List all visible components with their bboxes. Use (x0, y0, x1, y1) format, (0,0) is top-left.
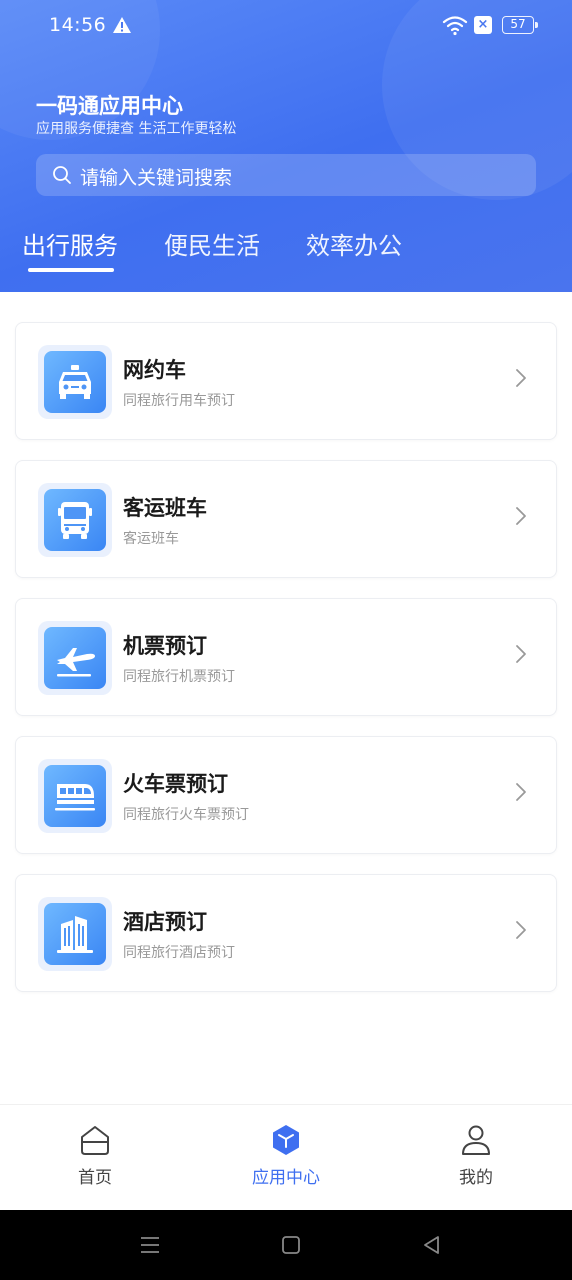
service-icon-frame (38, 483, 112, 557)
page-title: 一码通应用中心 (36, 94, 183, 118)
sim-off-icon: × (474, 16, 492, 34)
home-icon (81, 1126, 109, 1155)
service-card-flight-booking[interactable]: 机票预订 同程旅行机票预订 (15, 598, 557, 716)
nav-app-center[interactable]: 应用中心 (226, 1123, 346, 1188)
app-center-icon (273, 1125, 299, 1155)
service-card-train-tickets[interactable]: 火车票预订 同程旅行火车票预订 (15, 736, 557, 854)
service-card-coach-bus[interactable]: 客运班车 客运班车 (15, 460, 557, 578)
service-subtitle: 同程旅行酒店预订 (123, 945, 235, 961)
train-icon (44, 765, 106, 827)
service-icon-frame (38, 345, 112, 419)
page-subtitle: 应用服务便捷查 生活工作更轻松 (36, 121, 237, 137)
service-title: 客运班车 (123, 496, 207, 520)
service-title: 机票预订 (123, 634, 207, 658)
nav-label: 应用中心 (252, 1168, 320, 1188)
header: 14:56 × 57 一码通应用中心 应用服务便捷查 生活工作更轻松 请输入关键… (0, 0, 572, 292)
home-button-icon[interactable] (280, 1234, 302, 1256)
tab-office-efficiency[interactable]: 效率办公 (306, 226, 402, 261)
tab-convenience-life[interactable]: 便民生活 (164, 226, 260, 261)
service-card-ride-hailing[interactable]: 网约车 同程旅行用车预订 (15, 322, 557, 440)
search-placeholder: 请输入关键词搜索 (80, 167, 233, 189)
hotel-icon (44, 903, 106, 965)
warning-icon (113, 17, 131, 33)
service-title: 网约车 (123, 358, 186, 382)
service-title: 火车票预订 (123, 772, 228, 796)
service-subtitle: 客运班车 (123, 531, 179, 547)
service-title: 酒店预订 (123, 910, 207, 934)
airplane-icon (44, 627, 106, 689)
chevron-right-icon (516, 369, 526, 387)
nav-home[interactable]: 首页 (35, 1123, 155, 1188)
search-input[interactable]: 请输入关键词搜索 (36, 154, 536, 196)
nav-label: 首页 (78, 1168, 112, 1188)
service-subtitle: 同程旅行机票预订 (123, 669, 235, 685)
menu-icon[interactable] (139, 1234, 161, 1256)
bus-icon (44, 489, 106, 551)
service-icon-frame (38, 897, 112, 971)
profile-icon (462, 1125, 490, 1155)
wifi-icon (442, 16, 468, 36)
category-tabs: 出行服务 便民生活 效率办公 (0, 226, 572, 276)
taxi-icon (44, 351, 106, 413)
bottom-navigation: 首页 应用中心 我的 (0, 1104, 572, 1210)
back-icon[interactable] (421, 1234, 443, 1256)
chevron-right-icon (516, 507, 526, 525)
system-navigation-bar (0, 1210, 572, 1280)
service-card-hotel-booking[interactable]: 酒店预订 同程旅行酒店预订 (15, 874, 557, 992)
search-icon (53, 166, 71, 184)
active-tab-indicator (28, 268, 114, 272)
service-icon-frame (38, 759, 112, 833)
nav-profile[interactable]: 我的 (416, 1123, 536, 1188)
status-time: 14:56 (49, 14, 107, 36)
service-subtitle: 同程旅行火车票预订 (123, 807, 249, 823)
tab-travel-services[interactable]: 出行服务 (22, 226, 118, 261)
service-subtitle: 同程旅行用车预订 (123, 393, 235, 409)
chevron-right-icon (516, 921, 526, 939)
status-bar: 14:56 × 57 (0, 0, 572, 52)
nav-label: 我的 (459, 1168, 493, 1188)
chevron-right-icon (516, 645, 526, 663)
service-icon-frame (38, 621, 112, 695)
chevron-right-icon (516, 783, 526, 801)
battery-indicator: 57 (502, 16, 538, 34)
service-list: 网约车 同程旅行用车预订 客运班车 客运班车 机票预订 同程旅行机票预订 火车票… (0, 292, 572, 1104)
